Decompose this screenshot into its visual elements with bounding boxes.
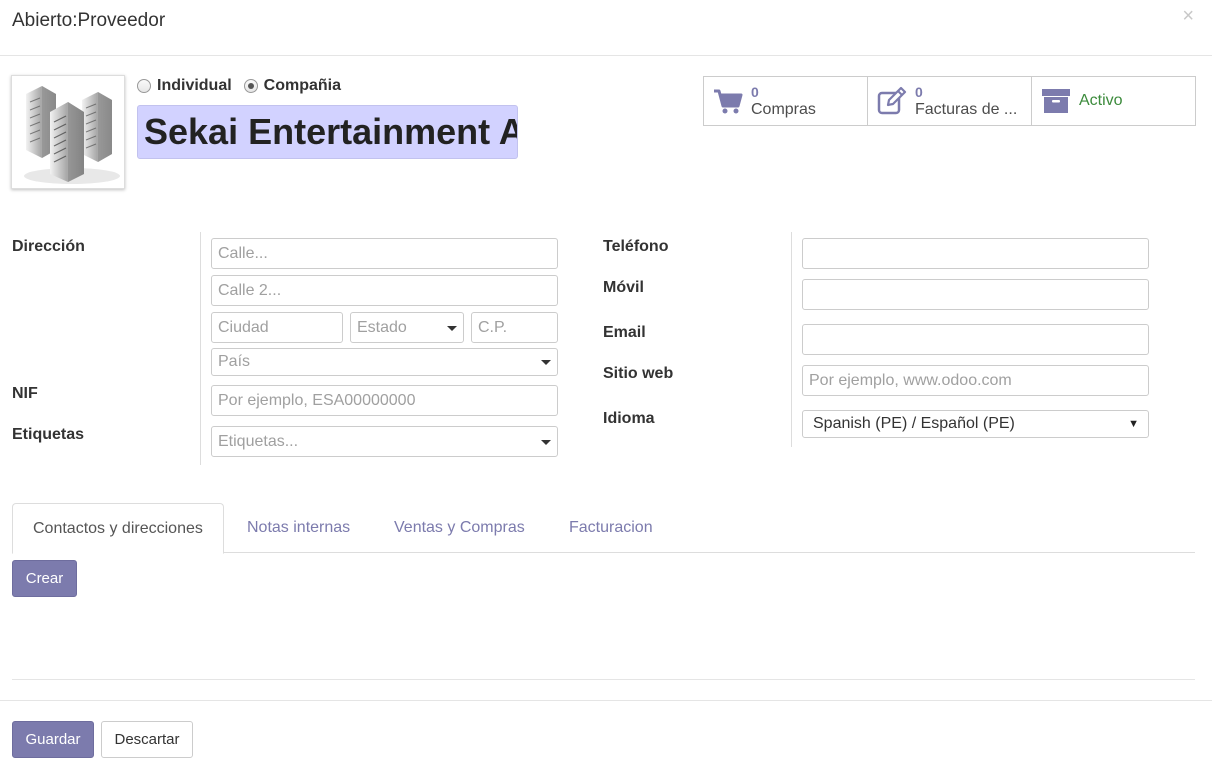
nif-label: NIF: [12, 385, 38, 402]
right-divider: [791, 232, 792, 447]
company-type-selector: Individual Compañia: [137, 77, 353, 95]
nif-input[interactable]: Por ejemplo, ESA00000000: [211, 385, 558, 416]
email-label: Email: [603, 324, 646, 341]
street-input[interactable]: Calle...: [211, 238, 558, 269]
chevron-down-icon: [447, 326, 457, 331]
shopping-cart-icon: [714, 89, 743, 114]
invoices-count: 0: [915, 84, 923, 100]
phone-input[interactable]: [802, 238, 1149, 269]
website-label: Sitio web: [603, 365, 674, 382]
city-input[interactable]: Ciudad: [211, 312, 343, 343]
modal-header: Abierto:Proveedor ×: [0, 0, 1212, 56]
tab-invoicing[interactable]: Facturacion: [549, 503, 673, 553]
language-select[interactable]: Spanish (PE) / Español (PE) ▼: [802, 410, 1149, 438]
tags-label: Etiquetas: [12, 426, 85, 443]
language-label: Idioma: [603, 410, 655, 427]
individual-radio[interactable]: [137, 79, 151, 93]
purchases-smart-button[interactable]: 0 Compras: [704, 77, 868, 125]
country-select[interactable]: País: [211, 348, 558, 376]
street2-input[interactable]: Calle 2...: [211, 275, 558, 306]
country-select-text: País: [218, 353, 251, 370]
website-input[interactable]: Por ejemplo, www.odoo.com: [802, 365, 1149, 396]
chevron-down-icon: [541, 440, 551, 445]
tab-contacts[interactable]: Contactos y direcciones: [12, 503, 224, 554]
mobile-label: Móvil: [603, 279, 644, 296]
modal-title: Abierto:Proveedor: [12, 10, 166, 31]
mobile-input[interactable]: [802, 279, 1149, 310]
tags-input-text: Etiquetas...: [218, 433, 299, 450]
archive-icon: [1042, 89, 1070, 113]
chevron-down-icon: [541, 360, 551, 365]
tags-input[interactable]: Etiquetas...: [211, 426, 558, 457]
active-toggle-button[interactable]: Activo: [1032, 77, 1195, 125]
save-button[interactable]: Guardar: [12, 721, 94, 758]
tab-internal-notes[interactable]: Notas internas: [227, 503, 370, 553]
edit-invoice-icon: [877, 86, 907, 115]
phone-label: Teléfono: [603, 238, 669, 255]
language-select-value: Spanish (PE) / Español (PE): [813, 415, 1015, 432]
company-radio-label[interactable]: Compañia: [264, 77, 341, 95]
active-label: Activo: [1079, 92, 1123, 109]
purchases-label: Compras: [751, 101, 816, 118]
invoices-smart-button[interactable]: 0 Facturas de ...: [868, 77, 1032, 125]
email-input[interactable]: [802, 324, 1149, 355]
tab-content-divider: [12, 679, 1195, 680]
invoices-label: Facturas de ...: [915, 101, 1018, 118]
purchases-count: 0: [751, 84, 759, 100]
buildings-icon: [24, 86, 120, 184]
discard-button[interactable]: Descartar: [101, 721, 193, 758]
state-select-text: Estado: [357, 319, 407, 336]
individual-radio-label[interactable]: Individual: [157, 77, 232, 95]
footer-divider: [0, 700, 1212, 701]
company-radio[interactable]: [243, 79, 258, 93]
tab-sales-purchases[interactable]: Ventas y Compras: [374, 503, 545, 553]
create-contact-button[interactable]: Crear: [12, 560, 77, 597]
notebook-tabs: Contactos y direcciones Notas internas V…: [12, 503, 1195, 554]
state-select[interactable]: Estado: [350, 312, 464, 343]
close-icon[interactable]: ×: [1182, 6, 1194, 26]
partner-name-input[interactable]: Sekai Entertainment AQ: [137, 105, 518, 159]
chevron-down-icon: ▼: [1128, 418, 1139, 430]
left-divider: [200, 232, 201, 465]
zip-input[interactable]: C.P.: [471, 312, 558, 343]
smart-buttons: 0 Compras 0 Facturas de ... Activo: [703, 76, 1196, 126]
address-label: Dirección: [12, 238, 85, 255]
company-avatar[interactable]: [11, 75, 125, 189]
